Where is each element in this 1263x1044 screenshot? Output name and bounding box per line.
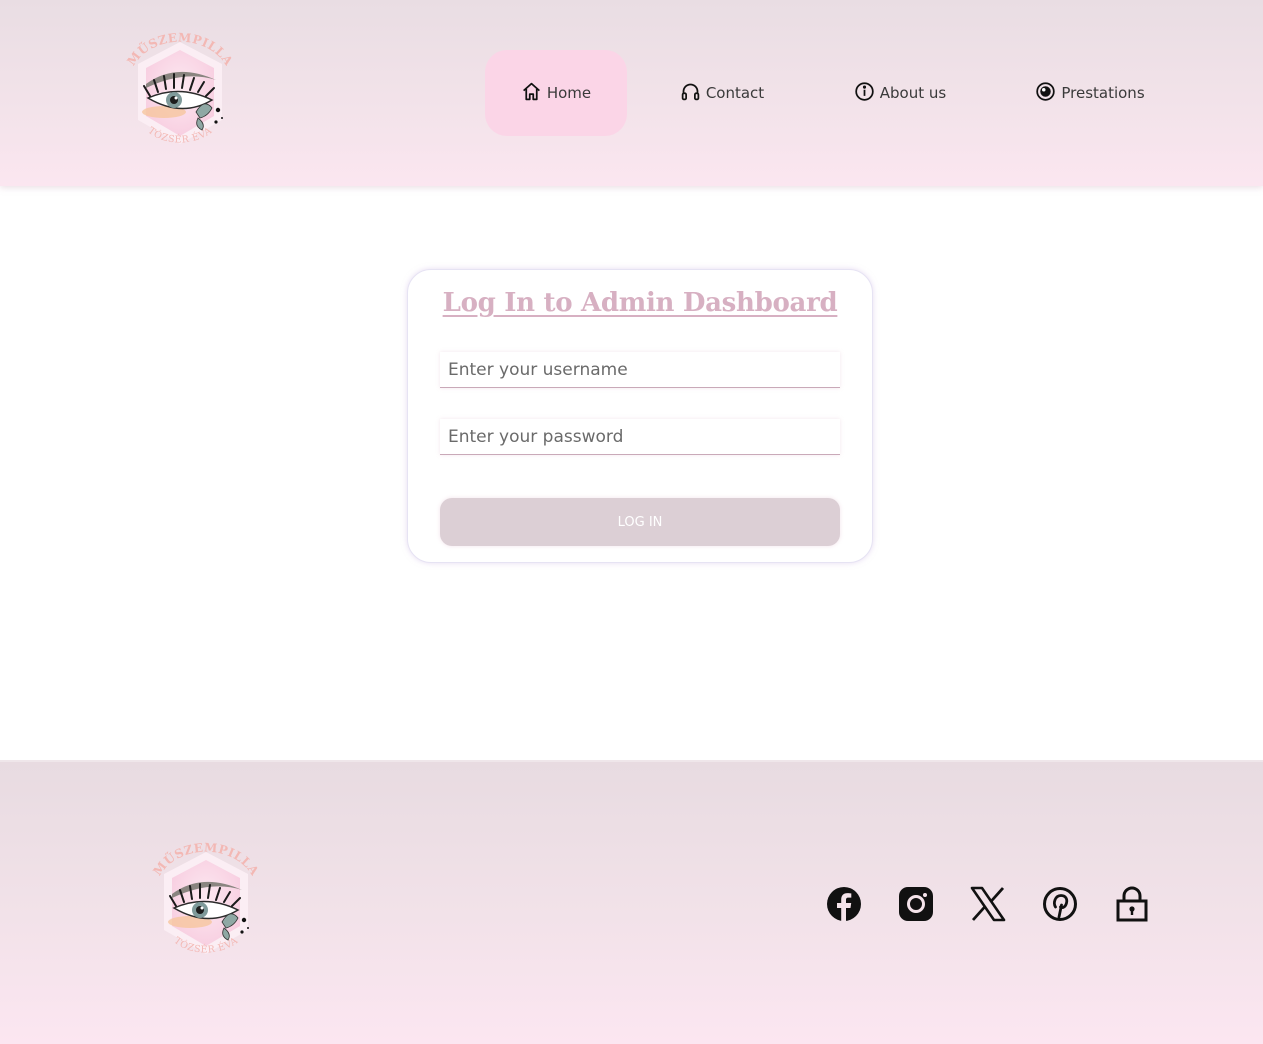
nav-label-contact: Contact — [705, 84, 765, 102]
nav-item-prestations[interactable]: Prestations — [1020, 50, 1160, 136]
headset-icon — [680, 81, 701, 102]
x-twitter-icon — [970, 886, 1006, 922]
nav-label-home: Home — [546, 84, 592, 102]
instagram-icon — [898, 886, 934, 922]
nav-label-prestations: Prestations — [1061, 84, 1145, 102]
facebook-link[interactable] — [826, 886, 862, 922]
nav-item-contact[interactable]: Contact — [667, 50, 777, 136]
login-button[interactable]: LOG IN — [440, 498, 840, 546]
admin-lock-link[interactable] — [1114, 886, 1150, 922]
brand-logo[interactable] — [120, 28, 240, 158]
x-link[interactable] — [970, 886, 1006, 922]
pinterest-icon — [1042, 886, 1078, 922]
site-header: Home Contact About us Prestations — [0, 0, 1263, 186]
login-title: Log In to Admin Dashboard — [442, 288, 838, 318]
facebook-icon — [826, 886, 862, 922]
footer-logo[interactable] — [146, 838, 266, 968]
nav-label-about: About us — [879, 84, 947, 102]
info-icon — [854, 81, 875, 102]
nav-item-about[interactable]: About us — [840, 50, 960, 136]
password-input[interactable] — [440, 419, 840, 455]
site-footer — [0, 760, 1263, 1044]
login-card: Log In to Admin Dashboard LOG IN — [407, 269, 873, 563]
lock-icon — [1114, 886, 1150, 922]
nav-item-home[interactable]: Home — [485, 50, 627, 136]
instagram-link[interactable] — [898, 886, 934, 922]
username-input[interactable] — [440, 352, 840, 388]
pinterest-link[interactable] — [1042, 886, 1078, 922]
home-icon — [521, 81, 542, 102]
eye-circle-icon — [1035, 81, 1056, 102]
